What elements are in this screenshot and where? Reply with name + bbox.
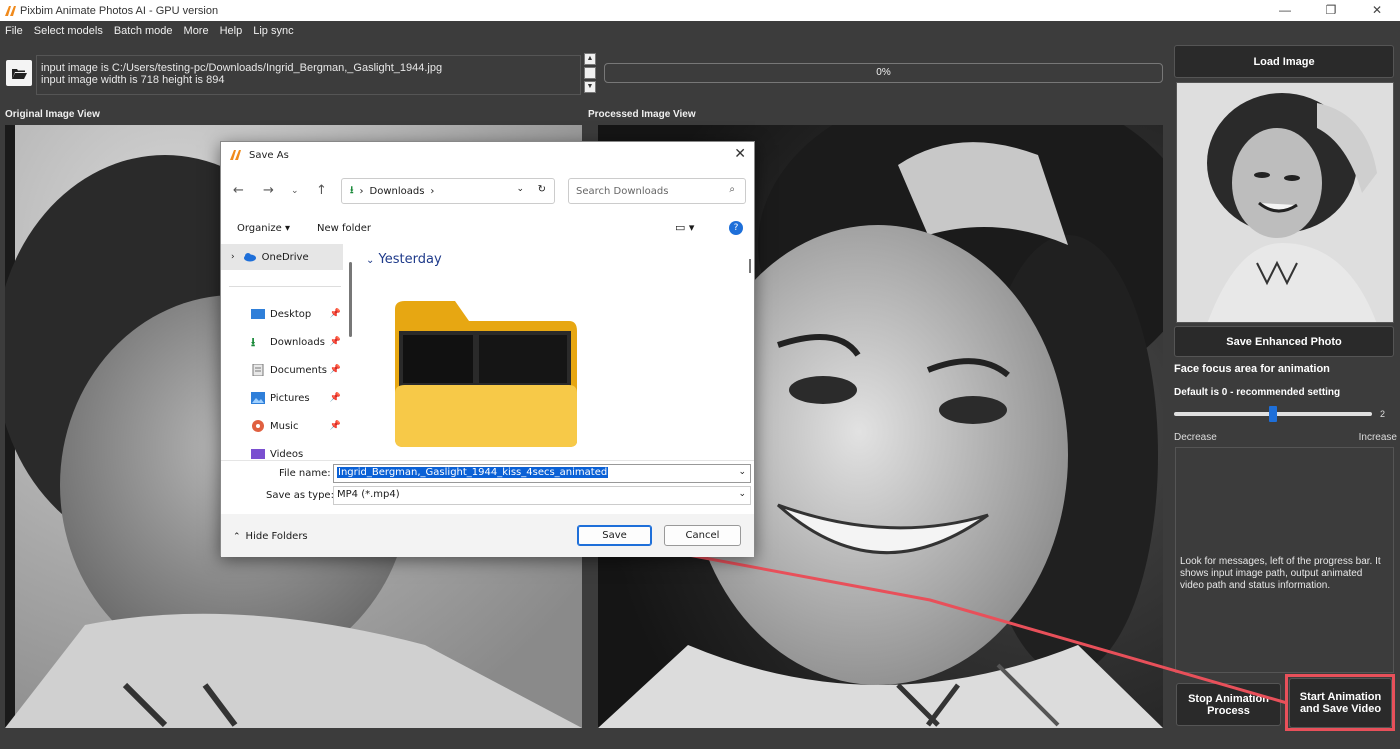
nav-label-pictures: Pictures bbox=[270, 392, 310, 404]
dialog-title-bar: Save As ✕ bbox=[221, 142, 754, 168]
back-arrow-icon[interactable]: ← bbox=[233, 183, 244, 198]
file-name-dropdown-icon[interactable]: ⌄ bbox=[738, 467, 746, 477]
nav-label-desktop: Desktop bbox=[270, 308, 312, 320]
refresh-icon[interactable]: ↻ bbox=[538, 184, 546, 195]
nav-item-videos[interactable]: Videos bbox=[221, 441, 341, 459]
pictures-icon bbox=[251, 392, 265, 404]
save-as-type-select[interactable]: MP4 (*.mp4) ⌄ bbox=[333, 486, 751, 505]
content-scrollbar[interactable] bbox=[749, 259, 751, 273]
collapse-chevron-icon: ⌄ bbox=[366, 255, 375, 266]
breadcrumb-downloads[interactable]: Downloads bbox=[370, 186, 425, 197]
new-folder-button[interactable]: New folder bbox=[317, 223, 371, 234]
pin-icon: 📌 bbox=[329, 365, 341, 375]
folder-item[interactable] bbox=[393, 301, 579, 452]
help-icon[interactable]: ? bbox=[729, 221, 743, 235]
nav-label-videos: Videos bbox=[270, 448, 304, 460]
pin-icon: 📌 bbox=[329, 393, 341, 403]
dialog-close-icon[interactable]: ✕ bbox=[734, 146, 746, 162]
nav-item-onedrive[interactable]: › OneDrive bbox=[221, 244, 343, 270]
documents-icon bbox=[252, 364, 264, 376]
group-header[interactable]: ⌄ Yesterday bbox=[366, 252, 442, 267]
nav-scrollbar[interactable] bbox=[349, 262, 352, 337]
nav-label-downloads: Downloads bbox=[270, 336, 325, 348]
address-bar[interactable]: ⭳ › Downloads › ⌄ ↻ bbox=[341, 178, 555, 204]
download-icon: ⭳ bbox=[251, 335, 256, 349]
file-name-label: File name: bbox=[279, 468, 331, 479]
save-as-type-value: MP4 (*.mp4) bbox=[337, 489, 400, 500]
nav-item-music[interactable]: Music 📌 bbox=[221, 413, 341, 439]
recent-chevron-icon[interactable]: ⌄ bbox=[291, 186, 299, 196]
nav-item-desktop[interactable]: Desktop 📌 bbox=[221, 301, 341, 327]
dialog-nav-row: ← → ⌄ ↑ ⭳ › Downloads › ⌄ ↻ Search Downl… bbox=[221, 176, 754, 206]
dialog-nav-pane: › OneDrive Desktop 📌 ⭳ Downloads 📌 Docum… bbox=[221, 244, 351, 459]
collapse-up-icon: ⌃ bbox=[233, 532, 241, 542]
search-icon: ⌕ bbox=[729, 184, 735, 195]
address-dropdown-icon[interactable]: ⌄ bbox=[516, 184, 524, 194]
nav-label-documents: Documents bbox=[270, 364, 328, 376]
search-box[interactable]: Search Downloads ⌕ bbox=[568, 178, 746, 204]
hide-folders-label: Hide Folders bbox=[245, 531, 308, 542]
save-button[interactable]: Save bbox=[577, 525, 652, 546]
nav-item-pictures[interactable]: Pictures 📌 bbox=[221, 385, 341, 411]
nav-label-onedrive: OneDrive bbox=[261, 251, 309, 263]
save-as-type-label: Save as type: bbox=[266, 490, 334, 501]
save-type-row: Save as type: MP4 (*.mp4) ⌄ bbox=[221, 486, 754, 506]
pin-icon: 📌 bbox=[329, 337, 341, 347]
organize-label: Organize bbox=[237, 223, 282, 234]
forward-arrow-icon[interactable]: → bbox=[263, 183, 274, 198]
music-icon bbox=[252, 420, 264, 432]
file-name-row: File name: Ingrid_Bergman,_Gaslight_1944… bbox=[221, 464, 754, 484]
breadcrumb-separator-icon: › bbox=[359, 185, 364, 197]
breadcrumb-chevron-icon: › bbox=[430, 185, 435, 197]
nav-divider bbox=[229, 286, 341, 287]
expand-chevron-icon[interactable]: › bbox=[231, 252, 235, 262]
nav-item-documents[interactable]: Documents 📌 bbox=[221, 357, 341, 383]
view-options-icon[interactable]: ▭ ▾ bbox=[675, 221, 694, 234]
save-type-dropdown-icon[interactable]: ⌄ bbox=[738, 489, 746, 499]
nav-label-music: Music bbox=[270, 420, 299, 432]
desktop-icon bbox=[251, 309, 265, 319]
dialog-divider bbox=[221, 460, 754, 461]
file-list: ⌄ Yesterday bbox=[358, 244, 751, 459]
file-name-value: Ingrid_Bergman,_Gaslight_1944_kiss_4secs… bbox=[337, 467, 609, 478]
dialog-toolbar: Organize ▾ New folder ▭ ▾ ? bbox=[221, 218, 754, 240]
search-placeholder: Search Downloads bbox=[576, 185, 669, 197]
hide-folders-button[interactable]: ⌃ Hide Folders bbox=[233, 531, 308, 542]
app-logo-icon bbox=[230, 150, 241, 160]
file-name-input[interactable]: Ingrid_Bergman,_Gaslight_1944_kiss_4secs… bbox=[333, 464, 751, 483]
organize-button[interactable]: Organize ▾ bbox=[237, 223, 290, 234]
cloud-icon bbox=[243, 253, 256, 262]
download-icon: ⭳ bbox=[350, 184, 354, 196]
group-label: Yesterday bbox=[378, 252, 442, 267]
nav-item-downloads[interactable]: ⭳ Downloads 📌 bbox=[221, 329, 341, 355]
pin-icon: 📌 bbox=[329, 421, 341, 431]
pin-icon: 📌 bbox=[329, 309, 341, 319]
save-as-dialog: Save As ✕ ← → ⌄ ↑ ⭳ › Downloads › ⌄ ↻ Se… bbox=[220, 141, 755, 557]
folder-thumbnail-icon bbox=[395, 301, 577, 447]
dialog-title: Save As bbox=[249, 149, 289, 161]
up-arrow-icon[interactable]: ↑ bbox=[316, 183, 327, 198]
videos-icon bbox=[251, 449, 265, 459]
cancel-button[interactable]: Cancel bbox=[664, 525, 741, 546]
